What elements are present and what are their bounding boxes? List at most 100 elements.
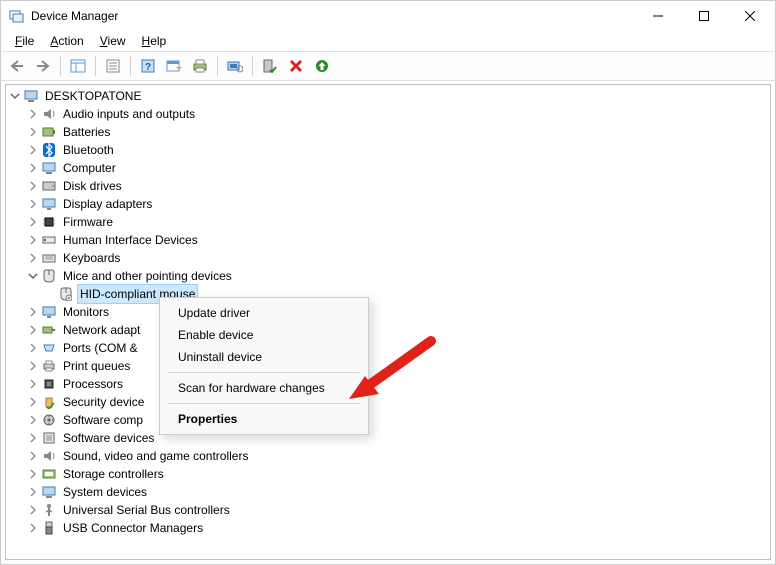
tree-item-label: Security device (61, 393, 146, 411)
ctx-enable-device[interactable]: Enable device (160, 324, 368, 346)
chevron-right-icon[interactable] (26, 485, 40, 499)
chevron-right-icon[interactable] (26, 179, 40, 193)
chevron-right-icon[interactable] (26, 341, 40, 355)
tree-item-label: Sound, video and game controllers (61, 447, 250, 465)
tree-category[interactable]: Storage controllers (6, 465, 770, 483)
chevron-right-icon[interactable] (26, 467, 40, 481)
tree-category[interactable]: Keyboards (6, 249, 770, 267)
update-driver-button[interactable] (310, 54, 334, 78)
tree-category[interactable]: Print queues (6, 357, 770, 375)
back-button[interactable] (5, 54, 29, 78)
chevron-right-icon[interactable] (26, 143, 40, 157)
tree-item-label: Storage controllers (61, 465, 166, 483)
tree-category[interactable]: System devices (6, 483, 770, 501)
menu-help[interactable]: Help (134, 33, 175, 49)
tree-category[interactable]: Audio inputs and outputs (6, 105, 770, 123)
tree-item-label: Print queues (61, 357, 132, 375)
chevron-right-icon[interactable] (26, 251, 40, 265)
menu-action[interactable]: Action (42, 33, 91, 49)
ctx-separator (168, 372, 360, 373)
ctx-update-driver[interactable]: Update driver (160, 302, 368, 324)
chevron-right-icon[interactable] (26, 521, 40, 535)
tree-category[interactable]: Software devices (6, 429, 770, 447)
category-icon (41, 142, 57, 158)
ctx-properties[interactable]: Properties (160, 408, 368, 430)
chevron-right-icon[interactable] (26, 323, 40, 337)
chevron-right-icon[interactable] (26, 305, 40, 319)
chevron-right-icon[interactable] (26, 377, 40, 391)
tree-category[interactable]: Bluetooth (6, 141, 770, 159)
tree-root[interactable]: DESKTOPATONE (6, 87, 770, 105)
tree-category[interactable]: Software comp (6, 411, 770, 429)
close-button[interactable] (727, 1, 773, 31)
tree-category[interactable]: Batteries (6, 123, 770, 141)
help-button[interactable]: ? (136, 54, 160, 78)
ctx-uninstall-device[interactable]: Uninstall device (160, 346, 368, 368)
print-button[interactable] (188, 54, 212, 78)
ctx-separator (168, 403, 360, 404)
tree-item-label: Bluetooth (61, 141, 116, 159)
titlebar: Device Manager (1, 1, 775, 31)
tree-category[interactable]: Ports (COM & (6, 339, 770, 357)
toolbar: ? (1, 51, 775, 81)
svg-text:?: ? (145, 62, 151, 73)
maximize-button[interactable] (681, 1, 727, 31)
category-icon (41, 304, 57, 320)
chevron-down-icon[interactable] (8, 89, 22, 103)
menu-file[interactable]: File (7, 33, 42, 49)
tree-category[interactable]: Universal Serial Bus controllers (6, 501, 770, 519)
chevron-right-icon[interactable] (26, 233, 40, 247)
chevron-right-icon[interactable] (26, 107, 40, 121)
chevron-right-icon[interactable] (26, 395, 40, 409)
chevron-right-icon[interactable] (26, 449, 40, 463)
tree-category[interactable]: Disk drives (6, 177, 770, 195)
category-icon (41, 394, 57, 410)
toolbar-separator (95, 56, 96, 76)
forward-button[interactable] (31, 54, 55, 78)
tree-item-label: Batteries (61, 123, 112, 141)
minimize-button[interactable] (635, 1, 681, 31)
chevron-right-icon[interactable] (26, 125, 40, 139)
chevron-right-icon[interactable] (26, 197, 40, 211)
chevron-right-icon[interactable] (26, 431, 40, 445)
tree-category-mice[interactable]: Mice and other pointing devices (6, 267, 770, 285)
tree-category[interactable]: Sound, video and game controllers (6, 447, 770, 465)
show-hide-tree-button[interactable] (66, 54, 90, 78)
category-icon (41, 376, 57, 392)
disable-device-button[interactable] (284, 54, 308, 78)
tree-item-label: USB Connector Managers (61, 519, 205, 537)
enable-device-button[interactable] (258, 54, 282, 78)
action-button[interactable] (162, 54, 186, 78)
tree-item-label: Computer (61, 159, 118, 177)
scan-hardware-button[interactable] (223, 54, 247, 78)
tree-item-label: Ports (COM & (61, 339, 140, 357)
category-icon (41, 196, 57, 212)
properties-button[interactable] (101, 54, 125, 78)
ctx-scan-hardware[interactable]: Scan for hardware changes (160, 377, 368, 399)
mouse-icon (58, 286, 74, 302)
tree-category[interactable]: Processors (6, 375, 770, 393)
tree-category[interactable]: Computer (6, 159, 770, 177)
chevron-right-icon[interactable] (26, 413, 40, 427)
chevron-right-icon[interactable] (26, 359, 40, 373)
tree-category[interactable]: USB Connector Managers (6, 519, 770, 537)
chevron-right-icon[interactable] (26, 503, 40, 517)
tree-category[interactable]: Firmware (6, 213, 770, 231)
tree-category[interactable]: Monitors (6, 303, 770, 321)
tree-item-label: Mice and other pointing devices (61, 267, 234, 285)
chevron-right-icon[interactable] (26, 161, 40, 175)
tree-category[interactable]: Security device (6, 393, 770, 411)
chevron-down-icon[interactable] (26, 269, 40, 283)
tree-item-label: Audio inputs and outputs (61, 105, 197, 123)
device-tree-panel: DESKTOPATONE Audio inputs and outputs Ba… (5, 84, 771, 560)
chevron-right-icon[interactable] (26, 215, 40, 229)
tree-item-label: System devices (61, 483, 149, 501)
tree-category[interactable]: Network adapt (6, 321, 770, 339)
context-menu: Update driver Enable device Uninstall de… (159, 297, 369, 435)
tree-item-label: Processors (61, 375, 125, 393)
menu-view[interactable]: View (92, 33, 134, 49)
device-tree[interactable]: DESKTOPATONE Audio inputs and outputs Ba… (6, 85, 770, 539)
tree-device-hid-mouse[interactable]: HID-compliant mouse (6, 285, 770, 303)
tree-category[interactable]: Display adapters (6, 195, 770, 213)
tree-category[interactable]: Human Interface Devices (6, 231, 770, 249)
